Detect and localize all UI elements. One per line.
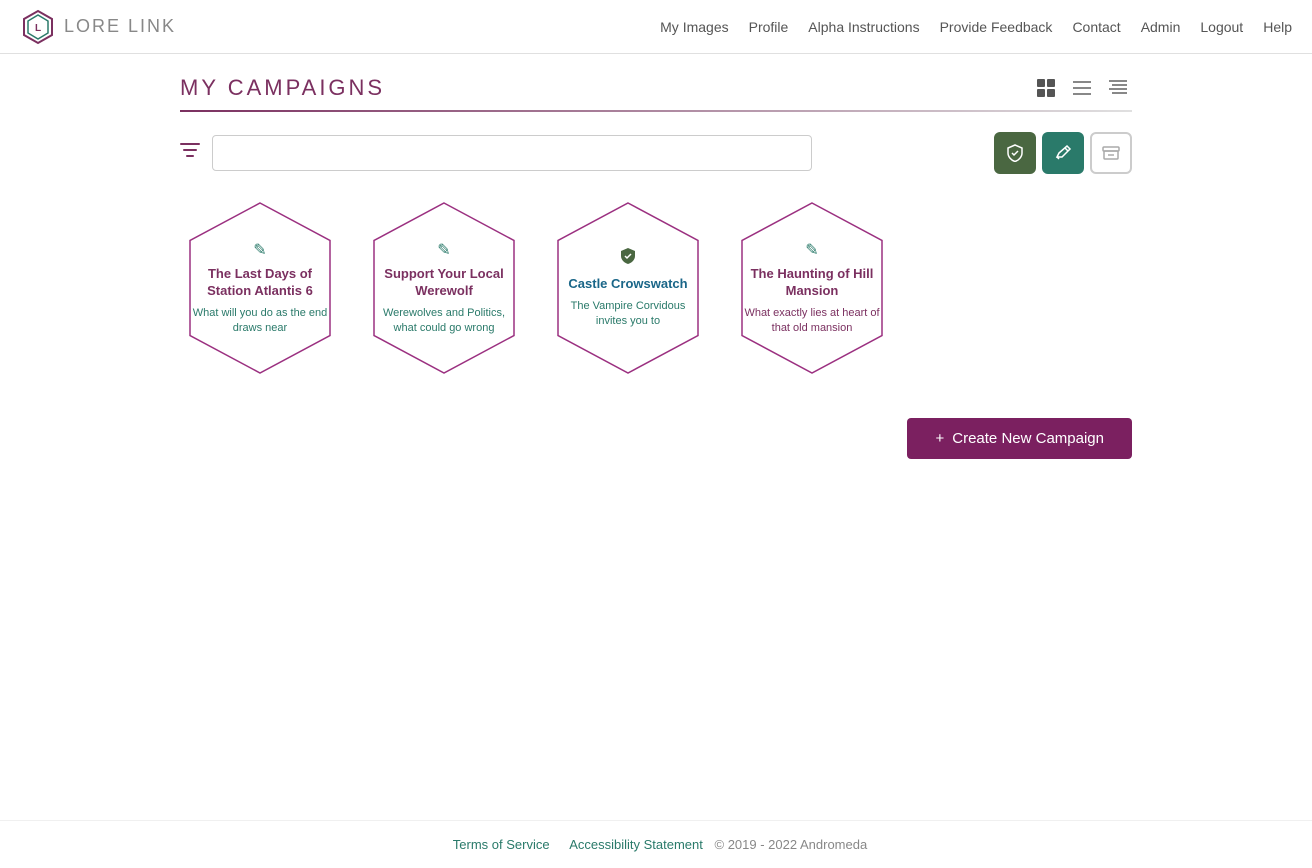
page-header: My Campaigns <box>180 74 1132 102</box>
grid-icon <box>1036 78 1056 98</box>
campaign-icon-0: ✎ <box>190 240 330 260</box>
search-input[interactable] <box>212 135 812 171</box>
shield-check-small-icon <box>619 247 637 265</box>
nav-links: My Images Profile Alpha Instructions Pro… <box>660 19 1292 35</box>
campaign-card-0[interactable]: ✎ The Last Days of Station Atlantis 6 Wh… <box>180 198 340 378</box>
logo-icon: L <box>20 9 56 45</box>
nav-my-images[interactable]: My Images <box>660 19 728 35</box>
logo-area: L LORE LINK <box>20 9 176 45</box>
campaign-desc-1: Werewolves and Politics, what could go w… <box>374 306 514 337</box>
campaign-title-0: The Last Days of Station Atlantis 6 <box>190 266 330 300</box>
nav-contact[interactable]: Contact <box>1072 19 1120 35</box>
nav-logout[interactable]: Logout <box>1200 19 1243 35</box>
create-button-row: + Create New Campaign <box>180 418 1132 459</box>
filter-button[interactable] <box>180 143 200 164</box>
nav-admin[interactable]: Admin <box>1141 19 1181 35</box>
copyright-text: © 2019 - 2022 Andromeda <box>715 837 868 852</box>
svg-text:L: L <box>35 23 41 34</box>
view-controls <box>1032 74 1132 102</box>
filter-icon <box>180 143 200 159</box>
compact-icon <box>1108 78 1128 98</box>
campaign-card-2[interactable]: Castle Crowswatch The Vampire Corvidous … <box>548 198 708 378</box>
campaign-title-1: Support Your Local Werewolf <box>374 266 514 300</box>
main-content: My Campaigns <box>0 54 1312 820</box>
campaign-card-1[interactable]: ✎ Support Your Local Werewolf Werewolves… <box>364 198 524 378</box>
nav-profile[interactable]: Profile <box>749 19 789 35</box>
page-title: My Campaigns <box>180 75 385 101</box>
campaign-desc-0: What will you do as the end draws near <box>190 306 330 337</box>
header-divider <box>180 110 1132 112</box>
pencil-icon <box>1054 144 1072 162</box>
campaign-title-3: The Haunting of Hill Mansion <box>742 266 882 300</box>
campaign-icon-1: ✎ <box>374 240 514 260</box>
create-new-campaign-button[interactable]: + Create New Campaign <box>907 418 1132 459</box>
archive-icon <box>1102 146 1120 160</box>
compact-view-button[interactable] <box>1104 74 1132 102</box>
campaigns-grid: ✎ The Last Days of Station Atlantis 6 Wh… <box>180 198 1132 378</box>
campaign-card-3[interactable]: ✎ The Haunting of Hill Mansion What exac… <box>732 198 892 378</box>
accessibility-statement-link[interactable]: Accessibility Statement <box>569 837 703 852</box>
archived-filter-button[interactable] <box>1090 132 1132 174</box>
campaign-desc-3: What exactly lies at heart of that old m… <box>742 306 882 337</box>
create-label: Create New Campaign <box>952 430 1104 447</box>
nav-help[interactable]: Help <box>1263 19 1292 35</box>
grid-view-button[interactable] <box>1032 74 1060 102</box>
campaign-desc-2: The Vampire Corvidous invites you to <box>558 299 698 330</box>
footer: Terms of Service Accessibility Statement… <box>0 820 1312 868</box>
published-filter-button[interactable] <box>994 132 1036 174</box>
status-buttons <box>994 132 1132 174</box>
campaign-icon-3: ✎ <box>742 240 882 260</box>
terms-of-service-link[interactable]: Terms of Service <box>453 837 550 852</box>
list-icon <box>1072 78 1092 98</box>
list-view-button[interactable] <box>1068 74 1096 102</box>
shield-check-icon <box>1006 144 1024 162</box>
navbar: L LORE LINK My Images Profile Alpha Inst… <box>0 0 1312 54</box>
draft-filter-button[interactable] <box>1042 132 1084 174</box>
campaign-icon-2 <box>558 247 698 270</box>
logo-text: LORE LINK <box>64 16 176 37</box>
filter-row <box>180 132 1132 174</box>
campaign-title-2: Castle Crowswatch <box>558 276 698 293</box>
create-icon: + <box>935 430 944 447</box>
nav-provide-feedback[interactable]: Provide Feedback <box>940 19 1053 35</box>
nav-alpha-instructions[interactable]: Alpha Instructions <box>808 19 919 35</box>
